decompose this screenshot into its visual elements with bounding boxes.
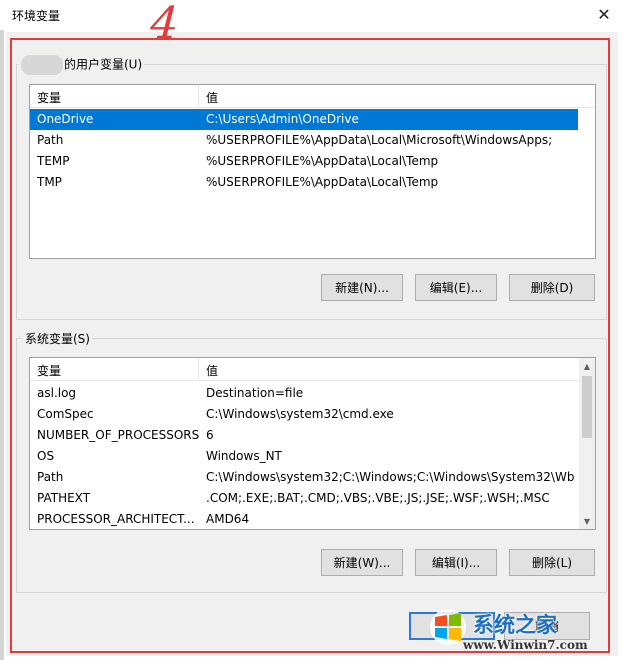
column-header-name[interactable]: 变量 [37, 89, 61, 106]
table-row[interactable]: asl.log Destination=file [30, 383, 578, 404]
close-button[interactable]: ✕ [590, 2, 618, 26]
system-new-button[interactable]: 新建(W)... [321, 549, 403, 576]
row-value: %USERPROFILE%\AppData\Local\Microsoft\Wi… [206, 133, 553, 147]
row-name: Path [37, 470, 64, 484]
row-value: Destination=file [206, 386, 304, 400]
row-value: 6 [206, 428, 214, 442]
row-name: OS [37, 449, 55, 463]
column-header-value[interactable]: 值 [206, 362, 218, 379]
column-header-value[interactable]: 值 [206, 89, 218, 106]
close-icon: ✕ [597, 4, 611, 24]
list-header: 变量 值 [30, 358, 595, 381]
row-name: OneDrive [37, 112, 94, 126]
row-value: .COM;.EXE;.BAT;.CMD;.VBS;.VBE;.JS;.JSE;.… [206, 491, 550, 505]
row-name: NUMBER_OF_PROCESSORS [37, 428, 200, 442]
watermark-url: www.Winwin7.com [463, 638, 588, 652]
system-variables-label: 系统变量(S) [23, 330, 92, 347]
column-divider[interactable] [198, 85, 199, 107]
scroll-down-icon[interactable]: ▼ [579, 513, 595, 529]
title-bar[interactable]: 环境变量 ✕ [0, 0, 623, 30]
row-name: PATHEXT [37, 491, 91, 505]
user-edit-button[interactable]: 编辑(E)... [415, 274, 497, 301]
row-name: PROCESSOR_ARCHITECT... [37, 512, 195, 526]
watermark: 系统之家 www.Winwin7.com [425, 606, 621, 656]
table-row[interactable]: Path %USERPROFILE%\AppData\Local\Microso… [30, 130, 595, 151]
table-row[interactable]: OneDrive C:\Users\Admin\OneDrive [30, 109, 578, 130]
system-variables-list[interactable]: 变量 值 asl.log Destination=file ComSpec C:… [29, 357, 596, 530]
row-value: AMD64 [206, 512, 250, 526]
table-row[interactable]: PATHEXT .COM;.EXE;.BAT;.CMD;.VBS;.VBE;.J… [30, 488, 578, 509]
user-variables-list[interactable]: 变量 值 OneDrive C:\Users\Admin\OneDrive Pa… [29, 84, 596, 259]
row-value: Windows_NT [206, 449, 282, 463]
window-title: 环境变量 [12, 9, 61, 23]
watermark-text: 系统之家 [473, 613, 557, 637]
row-name: TEMP [37, 154, 70, 168]
user-delete-button[interactable]: 删除(D) [509, 274, 595, 301]
user-variables-label-text: 的用户变量(U) [64, 57, 143, 72]
row-name: asl.log [37, 386, 77, 400]
user-new-button[interactable]: 新建(N)... [321, 274, 403, 301]
windows-logo-icon [430, 609, 466, 645]
blurred-username [21, 55, 63, 75]
row-name: TMP [37, 175, 62, 189]
scroll-up-icon[interactable]: ▲ [579, 358, 595, 374]
table-row[interactable]: PROCESSOR_ARCHITECT... AMD64 [30, 509, 578, 529]
column-divider[interactable] [198, 358, 199, 380]
row-value: C:\Windows\system32\cmd.exe [206, 407, 394, 421]
scrollbar-thumb[interactable] [582, 376, 592, 438]
row-value: %USERPROFILE%\AppData\Local\Temp [206, 175, 439, 189]
system-edit-button[interactable]: 编辑(I)... [415, 549, 497, 576]
column-header-name[interactable]: 变量 [37, 362, 61, 379]
list-header: 变量 值 [30, 85, 595, 108]
row-value: C:\Users\Admin\OneDrive [206, 112, 359, 126]
row-value: C:\Windows\system32;C:\Windows;C:\Window… [206, 470, 574, 484]
table-row[interactable]: NUMBER_OF_PROCESSORS 6 [30, 425, 578, 446]
vertical-scrollbar[interactable]: ▲ ▼ [579, 358, 595, 529]
row-value: %USERPROFILE%\AppData\Local\Temp [206, 154, 439, 168]
table-row[interactable]: TEMP %USERPROFILE%\AppData\Local\Temp [30, 151, 595, 172]
table-row[interactable]: TMP %USERPROFILE%\AppData\Local\Temp [30, 172, 595, 193]
table-row[interactable]: OS Windows_NT [30, 446, 578, 467]
background-window-edge [0, 0, 4, 660]
row-name: ComSpec [37, 407, 94, 421]
table-row[interactable]: ComSpec C:\Windows\system32\cmd.exe [30, 404, 578, 425]
row-name: Path [37, 133, 64, 147]
system-delete-button[interactable]: 删除(L) [509, 549, 595, 576]
user-variables-label: 的用户变量(U) [19, 55, 145, 75]
table-row[interactable]: Path C:\Windows\system32;C:\Windows;C:\W… [30, 467, 578, 488]
